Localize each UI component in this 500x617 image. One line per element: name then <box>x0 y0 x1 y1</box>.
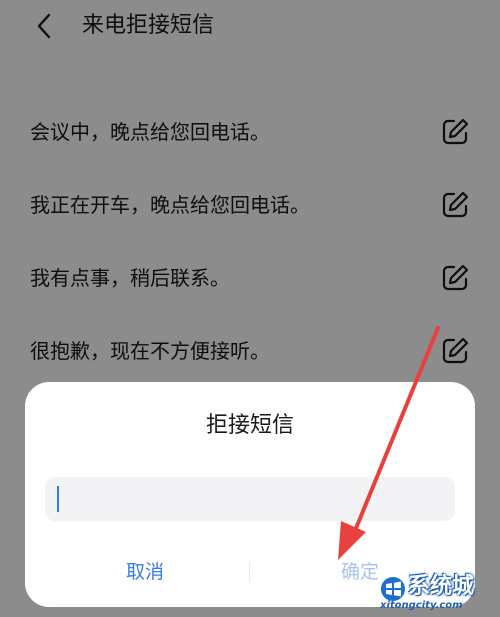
dialog-title: 拒接短信 <box>205 413 294 438</box>
watermark-url: xitongcity.com <box>380 600 463 611</box>
sms-text-input[interactable] <box>45 477 455 521</box>
watermark-brand: 系统城 <box>408 574 475 599</box>
text-cursor <box>57 486 59 512</box>
cancel-button[interactable]: 取消 <box>35 552 255 592</box>
reject-sms-settings-page: 来电拒接短信 会议中，晚点给您回电话。 我正在开车，晚点给您回电话。 我有点事，… <box>0 0 500 617</box>
watermark: 系统城 xitongcity.com <box>378 572 496 614</box>
